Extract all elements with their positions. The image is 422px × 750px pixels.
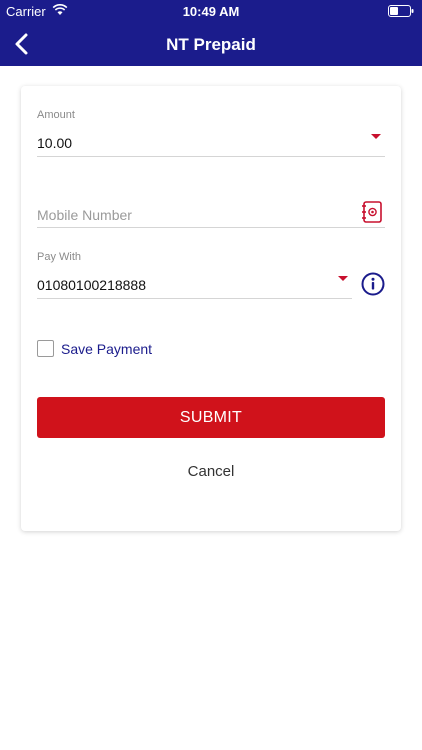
pay-with-select[interactable]: 01080100218888 [37, 277, 146, 293]
nav-bar: NT Prepaid [0, 22, 422, 66]
amount-select[interactable]: 10.00 [37, 135, 72, 151]
pay-with-label: Pay With [37, 251, 82, 263]
save-payment-checkbox[interactable] [37, 340, 54, 357]
battery-icon [388, 5, 414, 20]
status-bar: Carrier 10:49 AM [0, 0, 422, 22]
caret-down-icon[interactable] [338, 276, 348, 281]
page-title: NT Prepaid [166, 35, 256, 54]
cancel-button[interactable]: Cancel [21, 463, 401, 480]
info-icon[interactable] [361, 272, 385, 296]
caret-down-icon[interactable] [371, 134, 381, 139]
amount-underline [37, 156, 385, 157]
save-payment-label[interactable]: Save Payment [61, 341, 152, 357]
mobile-number-underline [37, 227, 385, 228]
amount-label: Amount [37, 109, 75, 121]
submit-button[interactable]: SUBMIT [37, 397, 385, 438]
status-time: 10:49 AM [182, 4, 240, 19]
payment-form-card: Amount 10.00 Mobile Number Pay With 0108… [21, 86, 401, 531]
mobile-number-field[interactable]: Mobile Number [37, 207, 132, 223]
contact-book-icon[interactable] [360, 200, 384, 224]
pay-with-underline [37, 298, 352, 299]
